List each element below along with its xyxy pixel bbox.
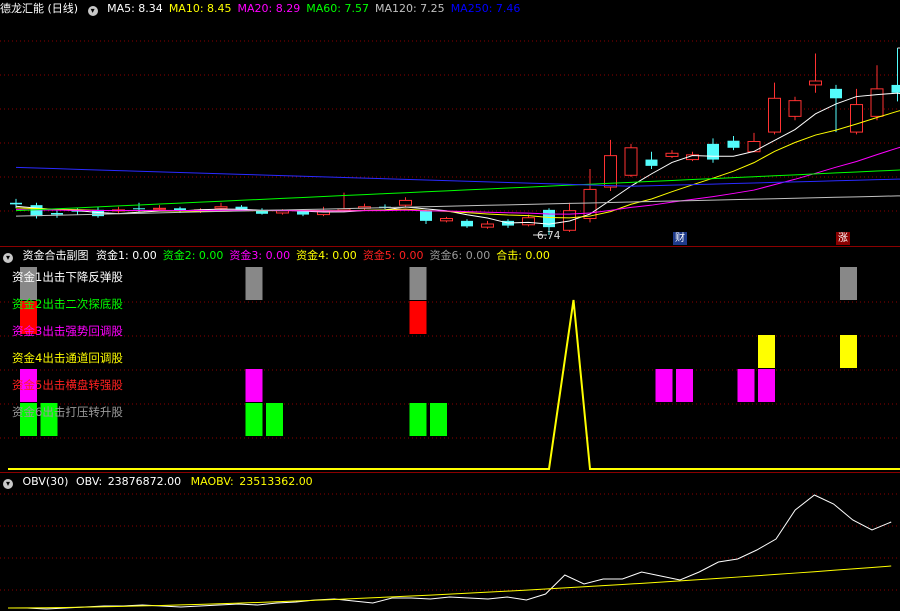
candle-body bbox=[522, 217, 535, 226]
obv-label: OBV: bbox=[75, 475, 103, 488]
candle-body bbox=[830, 88, 842, 99]
candle-body bbox=[214, 206, 228, 209]
fund-item-6: 资金6: 0.00 bbox=[429, 249, 491, 262]
candle-body bbox=[30, 205, 43, 217]
sub1-legend: 资金1: 0.00 资金2: 0.00 资金3: 0.00 资金4: 0.00 资金5:… bbox=[96, 249, 556, 262]
candle-body bbox=[420, 210, 432, 221]
candle-body bbox=[440, 218, 453, 222]
fund-signal-chart[interactable] bbox=[0, 262, 900, 472]
candle-body bbox=[891, 84, 900, 93]
candle-body bbox=[133, 208, 145, 210]
obv-title: OBV(30) bbox=[22, 475, 69, 488]
obv-line bbox=[8, 494, 892, 610]
signal-bar bbox=[430, 403, 447, 436]
signal-bar bbox=[655, 369, 673, 402]
chevron-down-icon[interactable]: ▾ bbox=[3, 479, 13, 489]
marker-zhang[interactable]: 涨 bbox=[836, 232, 850, 245]
candle-body bbox=[747, 141, 761, 153]
candle-body bbox=[10, 202, 22, 205]
candle-body bbox=[399, 199, 412, 206]
signal-bar bbox=[737, 369, 755, 402]
fund-item-5: 资金5: 0.00 bbox=[362, 249, 424, 262]
signal-label-3: 资金3出击强势回调股 bbox=[12, 324, 123, 338]
maobv-label: MAOBV: bbox=[190, 475, 234, 488]
signal-bar bbox=[758, 335, 775, 368]
panel-divider bbox=[0, 246, 900, 247]
low-price-label: 6.74 bbox=[537, 230, 561, 242]
signal-label-2: 资金2出击二次探底股 bbox=[12, 297, 123, 311]
fund-item-3: 资金3: 0.00 bbox=[229, 249, 291, 262]
signal-bar bbox=[409, 301, 427, 334]
signal-bar bbox=[245, 267, 263, 300]
ma10-line bbox=[15, 110, 900, 219]
ma60-line bbox=[15, 169, 900, 212]
maobv-value: 23513362.00 bbox=[239, 475, 313, 488]
candle-body bbox=[870, 88, 884, 117]
candle-body bbox=[604, 155, 617, 188]
candle-body bbox=[624, 147, 638, 176]
signal-bar bbox=[676, 369, 693, 402]
candle-body bbox=[645, 159, 658, 166]
signal-label-1: 资金1出击下降反弹股 bbox=[12, 270, 123, 284]
candle-body bbox=[727, 140, 740, 148]
ma20-line bbox=[15, 146, 900, 215]
candle-body bbox=[707, 143, 719, 160]
signal-label-4: 资金4出击通道回调股 bbox=[12, 351, 123, 365]
candlestick-chart[interactable]: 9.336.74 bbox=[0, 14, 900, 246]
signal-bar bbox=[409, 267, 427, 300]
fund-item-7: 合击: 0.00 bbox=[496, 249, 550, 262]
candle-body bbox=[481, 223, 494, 228]
candle-body bbox=[51, 213, 63, 215]
signal-label-6: 资金6出击打压转升股 bbox=[12, 405, 123, 419]
obv-chart[interactable] bbox=[0, 490, 900, 611]
signal-bar bbox=[245, 403, 263, 436]
candle-body bbox=[850, 104, 863, 133]
candle-body bbox=[665, 152, 679, 157]
signal-bar bbox=[266, 403, 283, 436]
signal-bar bbox=[409, 403, 427, 436]
candle-body bbox=[153, 207, 166, 210]
signal-bar bbox=[758, 369, 775, 402]
candle-body bbox=[461, 220, 473, 227]
panel-divider bbox=[0, 472, 900, 473]
signal-bar bbox=[840, 335, 857, 368]
fund-item-4: 资金4: 0.00 bbox=[296, 249, 357, 262]
signal-bar bbox=[840, 267, 857, 300]
candle-body bbox=[768, 97, 781, 133]
marker-cai[interactable]: 财 bbox=[673, 232, 687, 245]
fund-item-2: 资金2: 0.00 bbox=[162, 249, 224, 262]
candle-body bbox=[788, 100, 802, 117]
candle-body bbox=[297, 211, 309, 215]
sub2-header: ▾ OBV(30) OBV: 23876872.00 MAOBV: 235133… bbox=[0, 474, 319, 490]
sub1-title: 资金合击副图 bbox=[22, 249, 89, 262]
signal-bar bbox=[245, 369, 263, 402]
obv-value: 23876872.00 bbox=[107, 475, 182, 488]
maobv-line bbox=[7, 565, 892, 609]
candle-body bbox=[809, 80, 822, 86]
signal-label-5: 资金5出击横盘转强股 bbox=[12, 378, 123, 392]
fund-item-1: 资金1: 0.00 bbox=[96, 249, 157, 262]
